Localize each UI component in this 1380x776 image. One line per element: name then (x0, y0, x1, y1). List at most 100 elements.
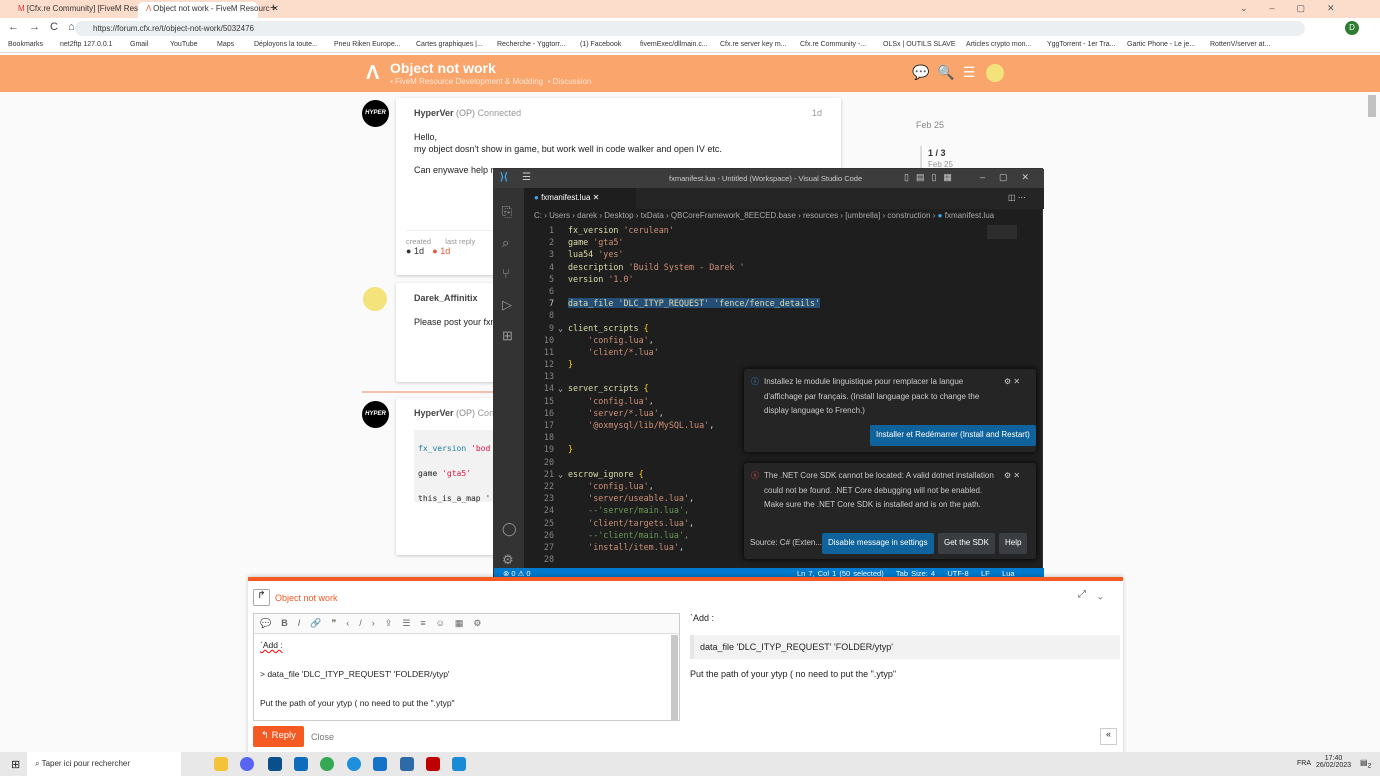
timeline-start[interactable]: Feb 25 (916, 120, 944, 130)
timeline-track[interactable] (920, 146, 922, 170)
url-input[interactable]: https://forum.cfx.re/t/object-not-work/5… (75, 21, 1305, 36)
reply-preview: `Add : data_file 'DLC_ITYP_REQUEST' 'FOL… (690, 613, 1120, 679)
bookmark-item[interactable]: RottenV/server at... (1210, 41, 1270, 48)
editor-tabs: ● fxmanifest.lua ✕ ◫ ⋯ (524, 188, 1044, 209)
tab-gmail[interactable]: M [Cfx.re Community] [FiveM Resou ✕ (10, 2, 156, 18)
code-line[interactable]: 5 version '1.0' (524, 274, 1014, 286)
editor-text[interactable]: `Add : > data_file 'DLC_ITYP_REQUEST' 'F… (254, 634, 679, 715)
minimap[interactable] (987, 225, 1017, 239)
code-line[interactable]: 6 (524, 286, 1014, 298)
code-line[interactable]: 2 game 'gta5' (524, 237, 1014, 249)
editor-toolbar: 💬BI🔗❞‹/›⇪☰≡☺▦⚙ (254, 614, 679, 634)
bookmark-item[interactable]: Maps (217, 41, 234, 48)
forum-header (0, 55, 1380, 92)
bookmark-item[interactable]: Recherche - Yggtorr... (497, 41, 565, 48)
bookmark-item[interactable]: Cfx.re Community -... (800, 41, 866, 48)
subcategory-link[interactable]: Discussion (553, 77, 592, 86)
vscode-taskbar-icon[interactable] (452, 757, 466, 771)
vscode-titlebar: ⟩⟨ ☰ fxmanifest.lua - Untitled (Workspac… (494, 169, 1044, 188)
editor-scrollbar[interactable] (671, 635, 678, 720)
bookmark-item[interactable]: (1) Facebook (580, 41, 621, 48)
user-avatar[interactable] (986, 64, 1004, 82)
menu-icon[interactable]: ☰ (522, 172, 531, 183)
language-indicator[interactable]: FRA (1297, 760, 1311, 767)
notification-dotnet: ⓧ The .NET Core SDK cannot be located: A… (744, 463, 1036, 559)
bookmark-item[interactable]: Gartic Phone - Le je... (1127, 41, 1195, 48)
new-tab-button[interactable]: + (270, 2, 276, 14)
tab-fxmanifest[interactable]: ● fxmanifest.lua ✕ (524, 188, 636, 209)
notification-gear-icon[interactable]: ⚙ ✕ (1004, 469, 1020, 484)
calendar-app-icon[interactable] (400, 757, 414, 771)
chrome-icon[interactable] (320, 757, 334, 771)
mail-icon[interactable] (294, 757, 308, 771)
bookmark-item[interactable]: Gmail (130, 41, 148, 48)
install-restart-button[interactable]: Installer et Redémarrer (Install and Res… (870, 425, 1036, 446)
close-button[interactable]: Close (311, 732, 334, 742)
breadcrumb[interactable]: C: › Users › darek › Desktop › txData › … (534, 211, 994, 220)
bookmark-item[interactable]: YggTorrent - 1er Tra... (1047, 41, 1115, 48)
account-settings-icons[interactable]: ◯ ⚙ (502, 513, 517, 575)
code-line[interactable]: 3 lua54 'yes' (524, 249, 1014, 261)
code-line[interactable]: 8 (524, 310, 1014, 322)
store-icon[interactable] (268, 757, 282, 771)
post-author[interactable]: HyperVer (414, 108, 454, 118)
reply-composer: ↱ Object not work ⤢⌄ 💬BI🔗❞‹/›⇪☰≡☺▦⚙ `Add… (248, 577, 1123, 755)
post-age[interactable]: 1d (812, 108, 822, 118)
notification-gear-icon[interactable]: ⚙ ✕ (1004, 375, 1020, 390)
vscode-logo-icon: ⟩⟨ (500, 172, 508, 183)
bookmark-item[interactable]: Pneu Riken Europe... (334, 41, 401, 48)
avatar-darek[interactable] (363, 287, 387, 311)
disable-message-button[interactable]: Disable message in settings (822, 533, 934, 554)
filezilla-icon[interactable] (426, 757, 440, 771)
toggle-preview-button[interactable]: « (1100, 728, 1117, 745)
windows-start-icon[interactable]: ⊞ (11, 758, 20, 771)
tab-object-not-work[interactable]: Λ Object not work - FiveM Resourc ✕ (138, 2, 279, 18)
reply-action-icon[interactable]: ↱ (253, 589, 270, 606)
header-icons[interactable]: 💬🔍☰ (912, 64, 983, 81)
code-line[interactable]: 10 'config.lua', (524, 335, 1014, 347)
get-sdk-button[interactable]: Get the SDK (938, 533, 995, 554)
code-line[interactable]: 4 description 'Build System - Darek ' (524, 262, 1014, 274)
category-link[interactable]: FiveM Resource Development & Modding (395, 77, 543, 86)
app-icon[interactable] (373, 757, 387, 771)
composer-toggle-buttons[interactable]: ⤢⌄ (1078, 589, 1115, 600)
bookmark-item[interactable]: YouTube (170, 41, 198, 48)
code-line[interactable]: 7 data_file 'DLC_ITYP_REQUEST' 'fence/fen… (524, 298, 1014, 310)
cfx-logo[interactable]: Λ (366, 62, 379, 85)
topic-map[interactable]: created last reply ● 1d ● 1d (406, 230, 496, 256)
nav-buttons[interactable]: ←→C⌂ (8, 21, 85, 33)
format-icons[interactable]: 💬BI🔗❞‹/›⇪☰≡☺▦⚙ (260, 618, 491, 629)
reply-button[interactable]: ↰ Reply (253, 726, 304, 747)
activity-icons[interactable]: ⎘ ⌕ ⑂ ▷ ⊞ (502, 196, 513, 351)
bookmark-item[interactable]: Bookmarks (8, 41, 43, 48)
taskbar-search-input[interactable]: ⌕ Taper ici pour rechercher (27, 752, 181, 776)
code-line[interactable]: 11 'client/*.lua' (524, 347, 1014, 359)
window-controls[interactable]: ⌄–▢✕ (1240, 3, 1357, 14)
bookmark-item[interactable]: net2ftp 127.0.0.1 (60, 41, 113, 48)
avatar-hyperver[interactable]: HYPER (362, 401, 389, 428)
error-icon: ⓧ (751, 471, 759, 480)
bookmark-item[interactable]: Déployons la toute... (254, 41, 318, 48)
edge-icon[interactable] (347, 757, 361, 771)
split-editor-icon[interactable]: ◫ ⋯ (1008, 193, 1026, 202)
bookmark-item[interactable]: OLSx | OUTILS SLAVE (883, 41, 956, 48)
profile-avatar[interactable]: D (1345, 21, 1359, 35)
notification-center-icon[interactable]: ▤2 (1360, 758, 1371, 770)
clock[interactable]: 17:40 26/02/2023 (1316, 755, 1351, 769)
discord-icon[interactable] (240, 757, 254, 771)
reply-editor[interactable]: 💬BI🔗❞‹/›⇪☰≡☺▦⚙ `Add : > data_file 'DLC_I… (253, 613, 680, 721)
help-button[interactable]: Help (999, 533, 1028, 554)
bookmark-item[interactable]: fivemExec/dllmain.c... (640, 41, 708, 48)
reply-topic-title[interactable]: Object not work (275, 593, 338, 603)
code-line[interactable]: 1 fx_version 'cerulean' (524, 225, 1014, 237)
topic-categories[interactable]: ▪ FiveM Resource Development & Modding ▪… (390, 77, 591, 86)
page-scrollbar[interactable] (1368, 95, 1376, 117)
window-controls[interactable]: –▢✕ (980, 172, 1043, 183)
avatar-hyperver[interactable]: HYPER (362, 100, 389, 127)
bookmark-item[interactable]: Cfx.re server key m... (720, 41, 787, 48)
bookmark-item[interactable]: Cartes graphiques |... (416, 41, 483, 48)
file-explorer-icon[interactable] (214, 757, 228, 771)
code-line[interactable]: 9 ⌄ client_scripts { (524, 323, 1014, 335)
layout-toggles[interactable]: ▯▤▯▦ (904, 172, 959, 183)
bookmark-item[interactable]: Articles crypto mon... (966, 41, 1031, 48)
